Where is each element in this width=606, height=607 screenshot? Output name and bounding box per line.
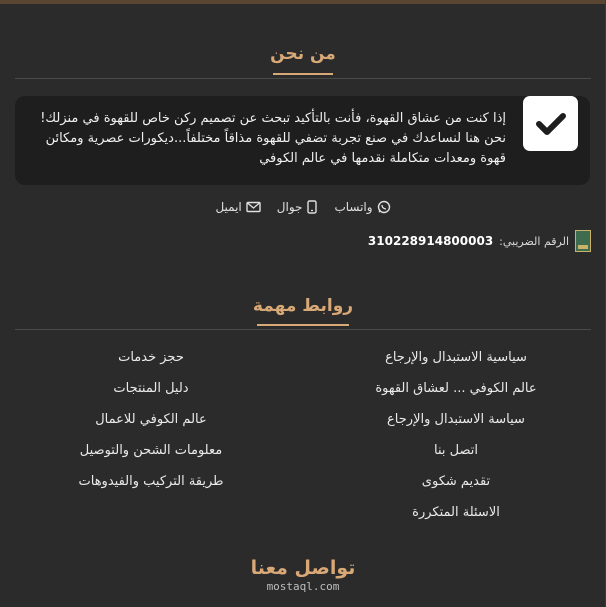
link-product-guide[interactable]: دليل المنتجات	[36, 377, 266, 408]
link-book-services[interactable]: حجز خدمات	[36, 346, 266, 377]
section-divider	[15, 78, 591, 79]
about-text: إذا كنت من عشاق القهوة، فأنت بالتأكيد تب…	[40, 111, 506, 166]
about-card: إذا كنت من عشاق القهوة، فأنت بالتأكيد تب…	[15, 96, 590, 185]
mobile-link[interactable]: جوال	[277, 200, 319, 214]
links-title: روابط مهمة	[252, 296, 354, 316]
tax-info: الرقم الضريبي: 310228914800003	[368, 230, 591, 252]
top-accent-bar	[0, 0, 606, 4]
tax-number: 310228914800003	[367, 234, 494, 248]
email-label: ايميل	[215, 200, 242, 214]
links-title-underline	[257, 324, 349, 326]
whatsapp-icon	[377, 200, 390, 214]
contact-links: واتساب جوال ايميل	[0, 200, 606, 214]
links-column-left: حجز خدمات دليل المنتجات عالم الكوفي للاع…	[36, 346, 266, 501]
tax-label: الرقم الضريبي:	[499, 234, 569, 248]
email-link[interactable]: ايميل	[215, 200, 261, 214]
mobile-label: جوال	[276, 200, 303, 214]
link-business[interactable]: عالم الكوفي للاعمال	[36, 408, 266, 439]
link-return-policy[interactable]: سياسة الاستبدال والإرجاع	[306, 408, 606, 439]
mobile-icon	[307, 200, 318, 214]
link-shipping-info[interactable]: معلومات الشحن والتوصيل	[36, 439, 266, 470]
about-title-underline	[273, 73, 333, 75]
section-divider	[15, 329, 591, 330]
watermark: mostaql.com	[266, 580, 340, 593]
link-installation-videos[interactable]: طريقة التركيب والفيدوهات	[36, 470, 266, 501]
tax-authority-logo	[575, 230, 591, 252]
whatsapp-label: واتساب	[334, 200, 373, 214]
whatsapp-link[interactable]: واتساب	[334, 200, 390, 214]
link-faq[interactable]: الاسئلة المتكررة	[306, 501, 606, 532]
link-exchange-policy[interactable]: سياسية الاستبدال والإرجاع	[306, 346, 606, 377]
links-column-right: سياسية الاستبدال والإرجاع عالم الكوفي ..…	[306, 346, 606, 532]
email-icon	[246, 201, 261, 213]
check-icon	[523, 96, 578, 151]
footer-logo-text: تواصل معنا	[250, 557, 356, 579]
link-coffee-world[interactable]: عالم الكوفي ... لعشاق القهوة	[306, 377, 606, 408]
about-title: من نحن	[270, 44, 336, 64]
link-submit-complaint[interactable]: تقديم شكوى	[306, 470, 606, 501]
link-contact-us[interactable]: اتصل بنا	[306, 439, 606, 470]
